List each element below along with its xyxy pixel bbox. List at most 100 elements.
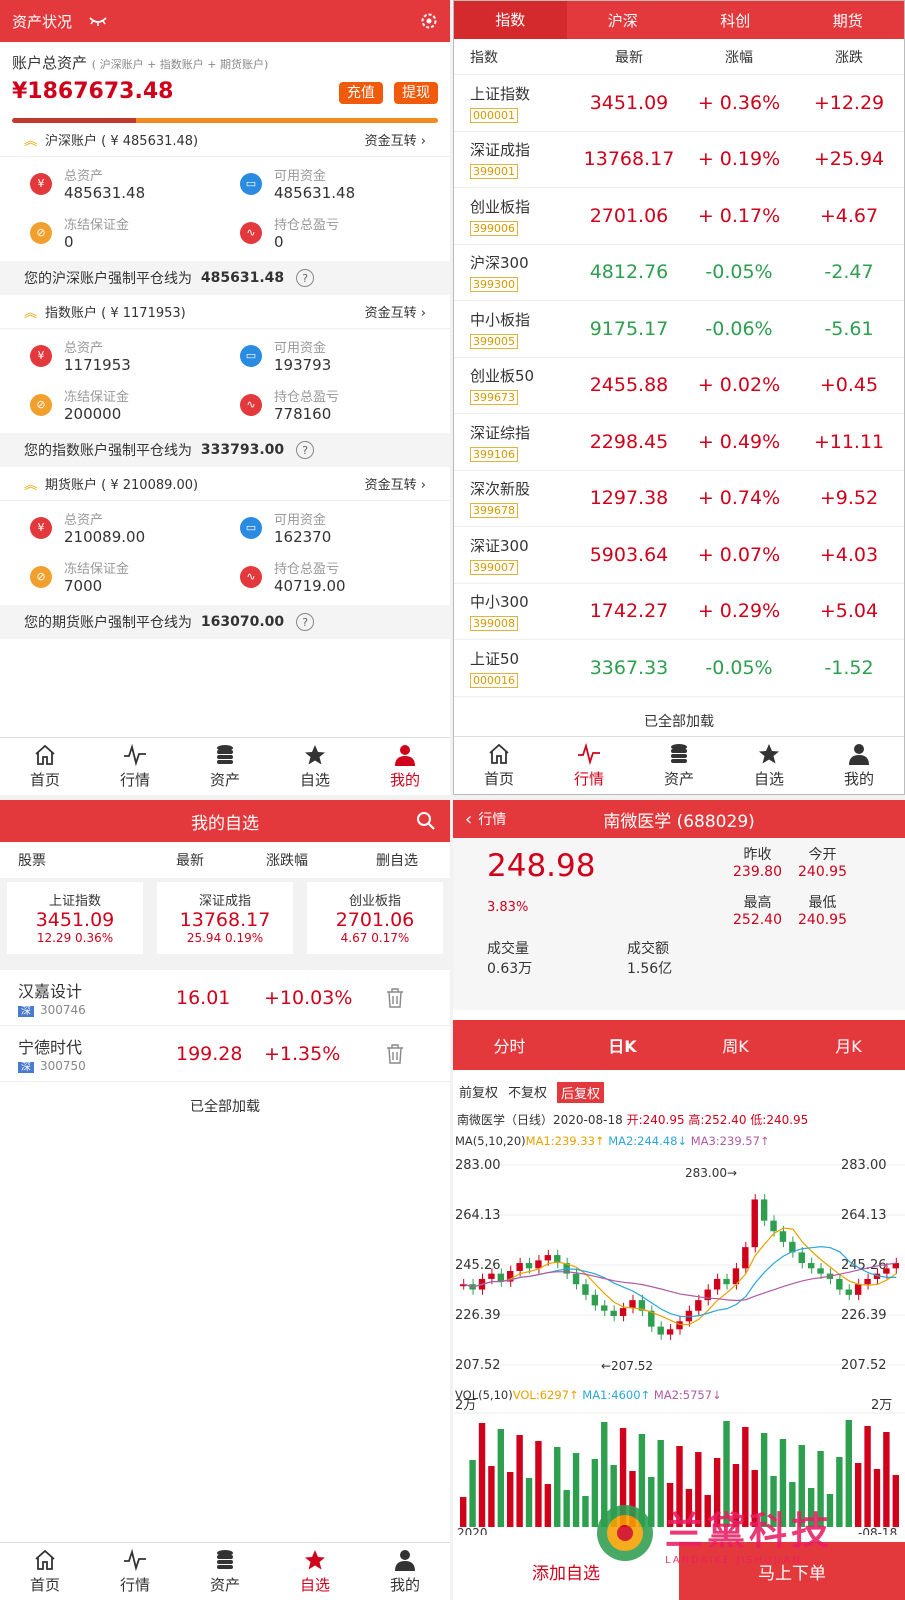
- search-icon[interactable]: [416, 811, 436, 831]
- index-chg: +4.03: [819, 543, 879, 566]
- tab-mine[interactable]: 我的: [360, 1543, 450, 1600]
- account-block: ︽ 指数账户 ( ¥ 1171953) 资金互转 › ¥ 总资产 1171953 ▭ 可…: [0, 295, 450, 467]
- tab-watch[interactable]: 自选: [724, 737, 814, 794]
- stock-detail-panel: ‹ 行情 南微医学 (688029) 248.98 3.83% 昨收 239.80 …: [453, 800, 905, 1600]
- index-code: 399678: [470, 503, 518, 519]
- index-row[interactable]: 上证指数 000001 3451.09 + 0.36% +12.29: [454, 75, 904, 132]
- index-row[interactable]: 创业板50 399673 2455.88 + 0.02% +0.45: [454, 358, 904, 414]
- y-tick-left: 207.52: [455, 1358, 501, 1373]
- candle-body: [488, 1273, 495, 1279]
- tab-home[interactable]: 首页: [454, 737, 544, 794]
- index-chg: +5.04: [819, 600, 879, 623]
- volume-bar: [516, 1435, 523, 1527]
- candle-body: [544, 1255, 552, 1261]
- adj-none[interactable]: 不复权: [508, 1082, 547, 1103]
- candlestick-chart[interactable]: 283.00 283.00264.13 264.13245.26 245.26226.…: [453, 1155, 905, 1535]
- index-code: 399008: [470, 616, 518, 632]
- ma1-label: MA1:239.33↑: [525, 1134, 605, 1148]
- index-chg: +4.67: [819, 204, 879, 227]
- tab-watch[interactable]: 自选: [270, 738, 360, 795]
- transfer-link[interactable]: 资金互转 ›: [365, 474, 426, 493]
- col-pct: 涨跌幅: [266, 853, 308, 869]
- tab-hushen[interactable]: 沪深: [567, 10, 680, 31]
- trash-icon[interactable]: [386, 1043, 404, 1064]
- stock-title: 南微医学 (688029): [603, 811, 755, 832]
- tab-assets[interactable]: 资产: [180, 1543, 270, 1600]
- volume-bar: [525, 1478, 533, 1527]
- index-row[interactable]: 深证成指 399001 13768.17 + 0.19% +25.94: [454, 132, 904, 188]
- pulse-icon: [124, 1548, 146, 1572]
- transfer-link[interactable]: 资金互转 ›: [365, 302, 426, 321]
- tab-market[interactable]: 行情: [90, 1543, 180, 1600]
- tab-assets[interactable]: 资产: [180, 738, 270, 795]
- settings-icon[interactable]: [420, 12, 438, 30]
- tab-home[interactable]: 首页: [0, 1543, 90, 1600]
- tab-watch[interactable]: 自选: [270, 1543, 360, 1600]
- tab-daily-k[interactable]: 日K: [566, 1033, 679, 1057]
- tab-futures[interactable]: 期货: [792, 10, 905, 31]
- adj-backward[interactable]: 后复权: [557, 1082, 605, 1103]
- candle-body: [836, 1278, 843, 1290]
- tab-mine[interactable]: 我的: [814, 737, 904, 794]
- index-row[interactable]: 创业板指 399006 2701.06 + 0.17% +4.67: [454, 188, 904, 245]
- index-row[interactable]: 中小300 399008 1742.27 + 0.29% +5.04: [454, 584, 904, 640]
- candle-body: [516, 1263, 523, 1271]
- index-row[interactable]: 上证50 000016 3367.33 -0.05% -1.52: [454, 640, 904, 697]
- candle-body: [723, 1278, 730, 1285]
- stock-price: 248.98: [487, 848, 596, 884]
- back-button[interactable]: ‹ 行情: [465, 809, 506, 830]
- candle-body: [845, 1289, 852, 1295]
- index-row[interactable]: 深次新股 399678 1297.38 + 0.74% +9.52: [454, 471, 904, 527]
- chevrons-up-icon: ︽: [24, 306, 38, 321]
- index-chg: +12.29: [813, 91, 885, 114]
- tab-mine[interactable]: 我的: [360, 738, 450, 795]
- index-row[interactable]: 深证300 399007 5903.64 + 0.07% +4.03: [454, 527, 904, 584]
- help-icon[interactable]: ?: [296, 441, 315, 459]
- recharge-button[interactable]: 充值: [338, 81, 383, 104]
- liquidation-line: 您的沪深账户强制平仓线为 485631.48?: [0, 261, 450, 295]
- candle-body: [497, 1273, 505, 1282]
- tab-weekly-k[interactable]: 周K: [679, 1033, 792, 1057]
- withdraw-button[interactable]: 提现: [394, 81, 438, 104]
- index-row[interactable]: 深证综指 399106 2298.45 + 0.49% +11.11: [454, 414, 904, 471]
- star-icon: [305, 745, 325, 765]
- adj-forward[interactable]: 前复权: [459, 1082, 498, 1103]
- liquidation-line: 您的指数账户强制平仓线为 333793.00?: [0, 433, 450, 467]
- high-value: 252.40: [733, 912, 782, 928]
- tab-assets[interactable]: 资产: [634, 737, 724, 794]
- chevrons-up-icon: ︽: [24, 478, 38, 493]
- watch-row[interactable]: 宁德时代深 300750 199.28 +1.35%: [0, 1026, 450, 1082]
- tab-home[interactable]: 首页: [0, 738, 90, 795]
- account-block: ︽ 期货账户 ( ¥ 210089.00) 资金互转 › ¥ 总资产 210089.0…: [0, 467, 450, 639]
- index-row[interactable]: 沪深300 399300 4812.76 -0.05% -2.47: [454, 245, 904, 301]
- pulse-circle-icon: ∿: [240, 565, 262, 588]
- index-row[interactable]: 中小板指 399005 9175.17 -0.06% -5.61: [454, 301, 904, 358]
- transfer-link[interactable]: 资金互转 ›: [365, 130, 426, 149]
- index-last: 2298.45: [589, 430, 669, 453]
- help-icon[interactable]: ?: [296, 269, 315, 287]
- index-pct: + 0.07%: [697, 543, 781, 566]
- volume-bar: [845, 1420, 852, 1527]
- chart-info: 南微医学（日线）2020-08-18: [457, 1113, 623, 1127]
- watch-row[interactable]: 汉嘉设计深 300746 16.01 +10.03%: [0, 970, 450, 1026]
- index-card[interactable]: 深证成指 13768.17 25.94 0.19%: [157, 882, 293, 954]
- stock-pct: 3.83%: [487, 900, 529, 915]
- eye-closed-icon[interactable]: [88, 15, 108, 27]
- coins-icon: [217, 1550, 233, 1569]
- tab-monthly-k[interactable]: 月K: [792, 1033, 905, 1057]
- index-card[interactable]: 上证指数 3451.09 12.29 0.36%: [7, 882, 143, 954]
- tab-index[interactable]: 指数: [454, 1, 567, 39]
- moneybag-icon: ¥: [30, 172, 52, 195]
- trash-icon[interactable]: [386, 987, 404, 1008]
- kline-tabs: 分时 日K 周K 月K: [453, 1020, 905, 1070]
- tab-market[interactable]: 行情: [544, 737, 634, 794]
- tab-kechuang[interactable]: 科创: [679, 10, 792, 31]
- index-code: 399006: [470, 220, 518, 236]
- index-last: 4812.76: [589, 261, 669, 284]
- index-card[interactable]: 创业板指 2701.06 4.67 0.17%: [307, 882, 443, 954]
- vol1-label: VOL:6297↑: [512, 1388, 579, 1402]
- help-icon[interactable]: ?: [296, 613, 315, 631]
- tab-market[interactable]: 行情: [90, 738, 180, 795]
- tab-timeshare[interactable]: 分时: [453, 1033, 566, 1057]
- chevrons-up-icon: ︽: [24, 134, 38, 149]
